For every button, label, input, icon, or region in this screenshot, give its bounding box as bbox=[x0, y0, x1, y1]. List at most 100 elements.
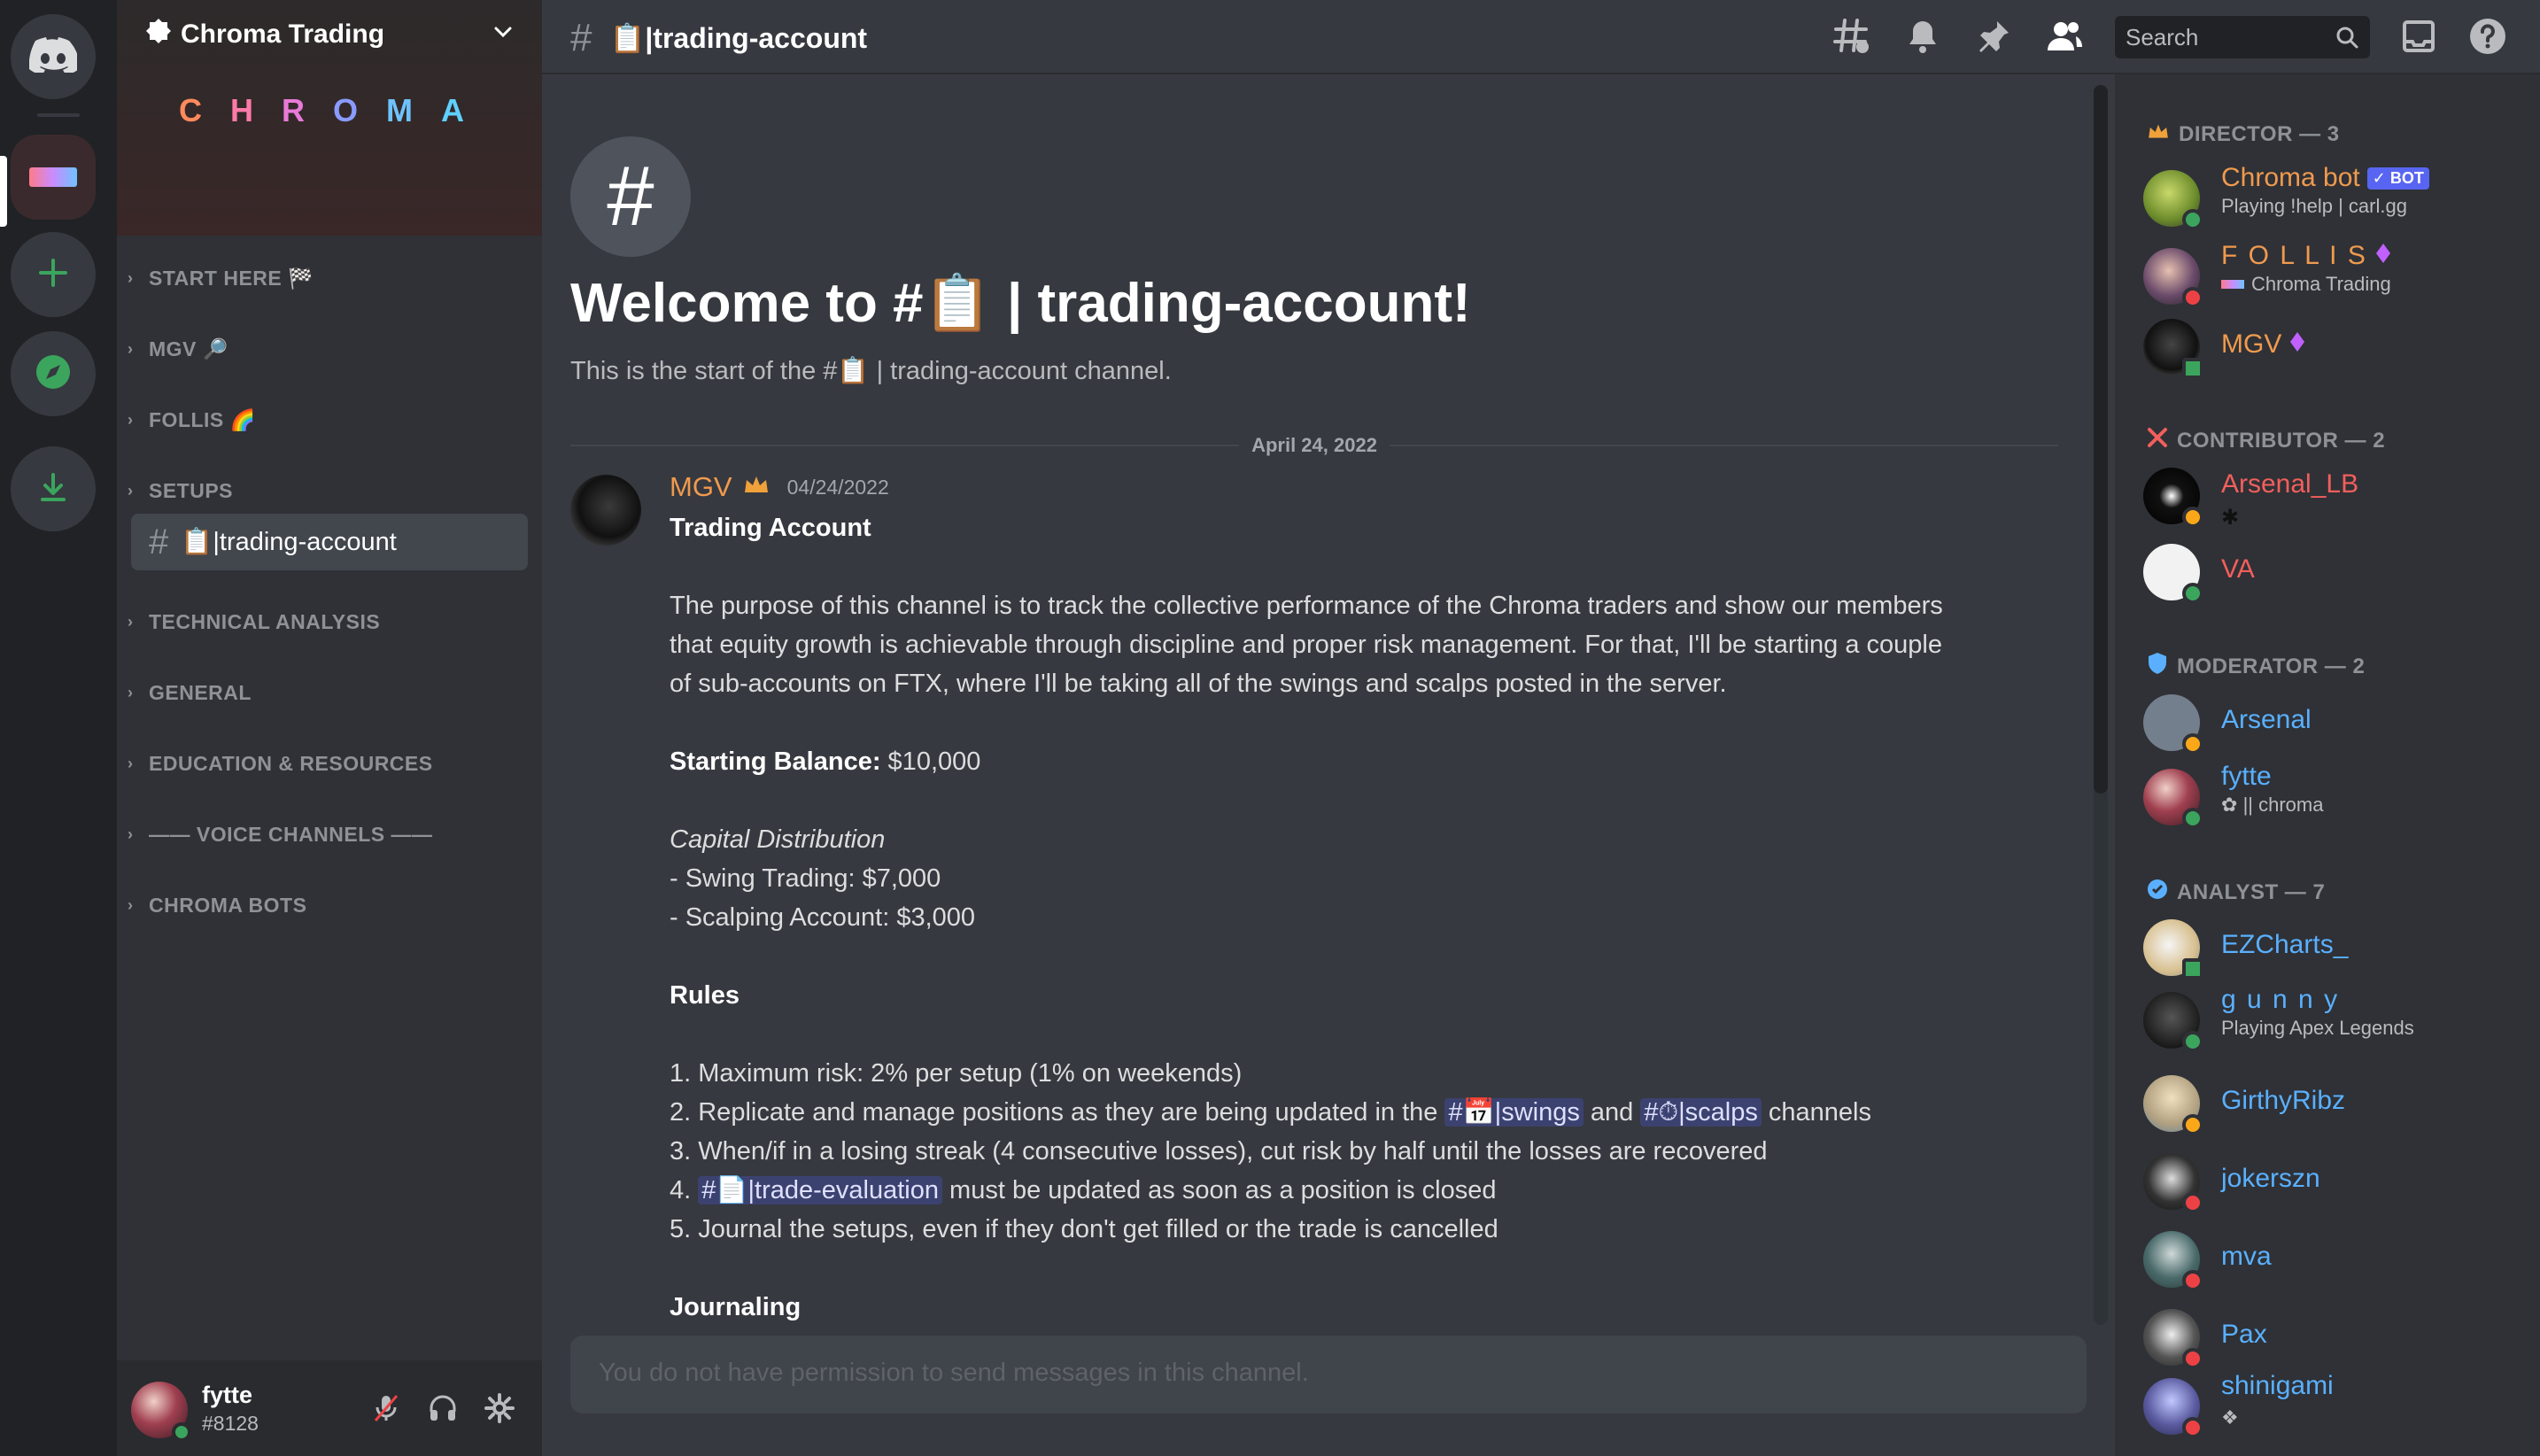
pinned-messages-button[interactable] bbox=[1973, 18, 2014, 58]
dnd-status-indicator bbox=[2182, 1348, 2203, 1369]
online-status-indicator bbox=[2182, 808, 2203, 829]
welcome-title: Welcome to #📋 | trading-account! bbox=[570, 273, 1471, 334]
role-header-moderator: MODERATOR — 2 bbox=[2147, 652, 2365, 681]
rules-label: Rules bbox=[670, 981, 740, 1010]
rule-item: 2. Replicate and manage positions as the… bbox=[670, 1098, 1871, 1127]
bell-icon bbox=[1905, 18, 1940, 59]
category-chroma-bots[interactable]: › CHROMA BOTS bbox=[128, 887, 517, 923]
author-name[interactable]: MGV bbox=[670, 471, 732, 503]
verified-check-icon bbox=[2147, 879, 2168, 906]
server-name[interactable]: Chroma Trading bbox=[145, 18, 384, 51]
chroma-server-icon bbox=[29, 167, 77, 187]
idle-status-indicator bbox=[2182, 507, 2203, 528]
add-server-button[interactable] bbox=[11, 232, 96, 317]
threads-button[interactable] bbox=[1831, 18, 1872, 58]
microphone-muted-icon bbox=[370, 1392, 402, 1429]
compass-icon bbox=[34, 352, 73, 396]
mute-button[interactable] bbox=[367, 1390, 406, 1429]
user-discriminator: #8128 bbox=[202, 1412, 259, 1435]
journaling-label: Journaling bbox=[670, 1293, 801, 1321]
chat-area: # Welcome to #📋 | trading-account! This … bbox=[542, 74, 2104, 1456]
idle-status-indicator bbox=[2182, 1114, 2203, 1135]
channel-hash-icon: # bbox=[570, 136, 691, 257]
member-mgv[interactable]: MGV bbox=[2143, 312, 2533, 383]
chevron-right-icon: › bbox=[128, 825, 134, 843]
category-voice-channels[interactable]: › —— VOICE CHANNELS —— bbox=[128, 817, 517, 852]
channel-mention-scalps[interactable]: #⏱|scalps bbox=[1640, 1098, 1762, 1127]
discord-logo-icon bbox=[28, 36, 80, 77]
member-chroma-bot[interactable]: Chroma bot ✓ BOT Playing !help | carl.gg bbox=[2143, 163, 2533, 234]
member-shinigami[interactable]: shinigami ❖ bbox=[2143, 1371, 2533, 1442]
mobile-status-indicator bbox=[2182, 958, 2203, 980]
flower-icon: ✿ bbox=[2221, 794, 2238, 816]
download-icon bbox=[35, 469, 71, 509]
member-arsenal[interactable]: Arsenal bbox=[2143, 687, 2533, 758]
category-education[interactable]: › EDUCATION & RESOURCES bbox=[128, 746, 517, 781]
member-girthyribz[interactable]: GirthyRibz bbox=[2143, 1068, 2533, 1139]
help-button[interactable] bbox=[2467, 18, 2508, 58]
member-fytte[interactable]: fytte ✿ || chroma bbox=[2143, 762, 2533, 833]
scrollbar-thumb[interactable] bbox=[2094, 85, 2108, 794]
server-rail bbox=[0, 0, 117, 1456]
category-setups[interactable]: › SETUPS bbox=[128, 473, 517, 508]
category-general[interactable]: › GENERAL bbox=[128, 675, 517, 710]
chroma-server-icon bbox=[2221, 280, 2244, 289]
chevron-right-icon: › bbox=[128, 339, 134, 358]
date-label: April 24, 2022 bbox=[1239, 434, 1390, 457]
member-follis[interactable]: F O L L I S Chroma Trading bbox=[2143, 241, 2533, 312]
deafen-button[interactable] bbox=[423, 1390, 462, 1429]
server-chroma-trading[interactable] bbox=[11, 135, 96, 220]
shield-icon bbox=[2147, 652, 2168, 681]
member-mva[interactable]: mva bbox=[2143, 1224, 2533, 1295]
member-va[interactable]: VA bbox=[2143, 537, 2533, 608]
member-activity: Chroma Trading bbox=[2251, 273, 2391, 295]
category-follis[interactable]: › FOLLIS 🌈 bbox=[128, 402, 517, 438]
dnd-status-indicator bbox=[2182, 287, 2203, 308]
member-gunny[interactable]: g u n n y Playing Apex Legends bbox=[2143, 985, 2533, 1056]
member-arsenal-lb[interactable]: Arsenal_LB ✱ bbox=[2143, 461, 2533, 531]
banner-letter: R bbox=[282, 92, 333, 128]
home-button[interactable] bbox=[11, 14, 96, 99]
member-pax[interactable]: Pax bbox=[2143, 1302, 2533, 1373]
channel-mention-trade-evaluation[interactable]: #📄|trade-evaluation bbox=[698, 1176, 942, 1204]
chevron-right-icon: › bbox=[128, 410, 134, 429]
member-ezcharts[interactable]: EZCharts_ bbox=[2143, 912, 2533, 983]
rule-item: 5. Journal the setups, even if they don'… bbox=[670, 1215, 1498, 1243]
status-emoji-icon: ✱ bbox=[2221, 506, 2240, 530]
message-header: MGV 04/24/2022 bbox=[670, 471, 889, 503]
avatar[interactable] bbox=[570, 475, 641, 546]
mobile-status-indicator bbox=[2182, 358, 2203, 379]
download-apps-button[interactable] bbox=[11, 446, 96, 531]
headphones-icon bbox=[427, 1392, 459, 1429]
chroma-banner: C H R O M A bbox=[179, 92, 492, 129]
inbox-button[interactable] bbox=[2398, 18, 2439, 58]
search-input[interactable]: Search bbox=[2115, 16, 2370, 58]
role-header-analyst: ANALYST — 7 bbox=[2147, 879, 2325, 906]
chat-scrollbar[interactable] bbox=[2094, 85, 2108, 1325]
banner-letter: C bbox=[179, 92, 230, 128]
channel-mention-swings[interactable]: #📅|swings bbox=[1444, 1098, 1584, 1127]
member-list-button[interactable] bbox=[2044, 18, 2085, 58]
tools-icon bbox=[2147, 427, 2168, 454]
username[interactable]: fytte bbox=[202, 1382, 252, 1409]
category-mgv[interactable]: › MGV 🔎 bbox=[128, 331, 517, 367]
user-panel: fytte #8128 bbox=[117, 1360, 542, 1456]
chevron-down-icon[interactable] bbox=[491, 19, 515, 49]
banner-letter: A bbox=[441, 92, 493, 128]
category-technical-analysis[interactable]: › TECHNICAL ANALYSIS bbox=[128, 604, 517, 639]
server-badge-icon bbox=[145, 18, 172, 51]
help-icon bbox=[2468, 17, 2507, 60]
channel-label: 📋|trading-account bbox=[181, 528, 397, 556]
channel-header: # 📋|trading-account Search bbox=[542, 0, 2540, 74]
member-activity: || chroma bbox=[2242, 794, 2324, 816]
channel-trading-account[interactable]: # 📋|trading-account bbox=[131, 514, 528, 570]
chevron-right-icon: › bbox=[128, 268, 134, 287]
online-status-indicator bbox=[172, 1422, 191, 1442]
explore-servers-button[interactable] bbox=[11, 331, 96, 416]
member-jokerszn[interactable]: jokerszn bbox=[2143, 1146, 2533, 1217]
idle-status-indicator bbox=[2182, 733, 2203, 755]
notifications-button[interactable] bbox=[1902, 18, 1943, 58]
category-start-here[interactable]: › START HERE 🏁 bbox=[128, 260, 517, 296]
server-header[interactable]: Chroma Trading C H R O M A bbox=[117, 0, 542, 236]
user-settings-button[interactable] bbox=[480, 1390, 519, 1429]
